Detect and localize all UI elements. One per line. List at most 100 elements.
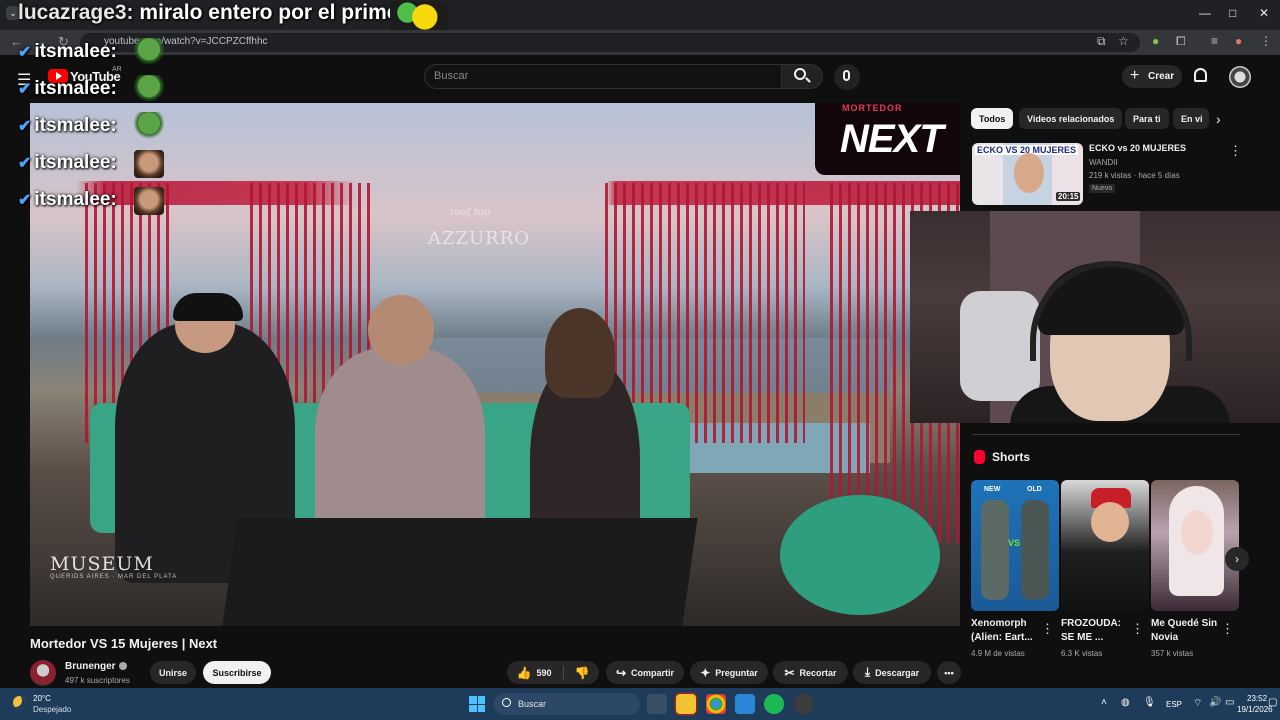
close-window-button[interactable]: ✕: [1259, 6, 1269, 20]
verified-badge-icon: ✔: [18, 44, 32, 61]
chip-label: Videos relacionados: [1027, 113, 1115, 124]
chat-username: itsmalee:: [34, 115, 117, 136]
like-dislike-group[interactable]: 👍 590 👎: [507, 661, 599, 684]
country-code: AR: [112, 66, 122, 73]
recommendation-channel[interactable]: WANDII: [1089, 158, 1118, 167]
spotify-icon[interactable]: [764, 694, 784, 714]
shorts-heading: Shorts: [992, 450, 1031, 464]
profile-avatar-icon[interactable]: ●: [1235, 34, 1242, 48]
clip-button[interactable]: ✂ Recortar: [773, 661, 848, 684]
next-brand-top: MORTEDOR: [842, 103, 903, 113]
join-label: Unirse: [158, 667, 187, 678]
short-title[interactable]: FROZOUDA: SE ME ...: [1061, 617, 1131, 645]
weather-description[interactable]: Despejado: [33, 705, 71, 714]
notifications-bell-icon[interactable]: [1194, 68, 1207, 82]
search-input[interactable]: [424, 64, 782, 89]
search-placeholder: Buscar: [434, 70, 469, 82]
channel-avatar[interactable]: [30, 660, 56, 686]
short-thumbnail[interactable]: NEW OLD VS: [971, 480, 1059, 611]
short-tag-old: OLD: [1027, 486, 1042, 493]
windows-start-icon[interactable]: [469, 696, 485, 712]
chat-username: itsmalee:: [34, 41, 117, 62]
verified-check-icon: [118, 662, 127, 670]
network-icon[interactable]: ◍: [1121, 697, 1130, 708]
thumbs-up-icon[interactable]: 👍: [517, 666, 532, 680]
extension-icon[interactable]: ●: [1152, 34, 1159, 48]
video-person-left-cap: [173, 293, 243, 321]
short-views: 6.3 K vistas: [1061, 649, 1103, 658]
more-actions-button[interactable]: •••: [937, 661, 961, 684]
maximize-button[interactable]: □: [1229, 6, 1236, 20]
like-count[interactable]: 590: [536, 668, 551, 678]
chat-line: ✔ itsmalee:: [18, 78, 117, 100]
video-scene-table: [222, 518, 698, 626]
subscribe-button[interactable]: Suscribirse: [203, 661, 271, 684]
url-text[interactable]: youtube.com/watch?v=JCCPZCffhhc: [104, 36, 268, 47]
wifi-icon[interactable]: ⌔: [1193, 697, 1202, 710]
verified-badge-icon: ✔: [18, 192, 32, 209]
share-button[interactable]: ↪ Compartir: [606, 661, 684, 684]
video-person-center-head: [368, 295, 434, 365]
moon-weather-icon[interactable]: [13, 696, 26, 709]
chip-label: En vi: [1181, 113, 1203, 124]
chat-username: itsmalee:: [34, 152, 117, 173]
clock-time[interactable]: 23:52: [1247, 694, 1267, 703]
minimize-button[interactable]: —: [1199, 6, 1211, 20]
video-player[interactable]: MORTEDOR NEXT roof top AZZURRO MUSEUM QU…: [30, 103, 960, 626]
account-avatar[interactable]: [1229, 66, 1251, 88]
face-emote-icon: [134, 150, 164, 178]
chip-scroll-right-icon[interactable]: ›: [1216, 111, 1221, 127]
chip-live[interactable]: En vi: [1173, 108, 1209, 129]
verified-badge-icon: ✔: [18, 81, 32, 98]
weather-temperature[interactable]: 20°C: [33, 694, 51, 703]
browser-menu-icon[interactable]: ⋮: [1260, 34, 1272, 48]
chrome-browser-icon[interactable]: [706, 694, 726, 714]
recommendation-title[interactable]: ECKO vs 20 MUJERES: [1089, 143, 1186, 153]
obs-studio-icon[interactable]: [794, 694, 814, 714]
battery-icon[interactable]: ▭: [1225, 697, 1234, 708]
chip-label: Para ti: [1133, 113, 1161, 124]
download-button[interactable]: ⤓ Descargar: [853, 661, 931, 684]
file-explorer-icon[interactable]: [676, 694, 696, 714]
short-thumbnail[interactable]: [1151, 480, 1239, 611]
chip-related[interactable]: Videos relacionados: [1019, 108, 1123, 129]
chip-label: Todos: [979, 113, 1006, 124]
install-app-icon[interactable]: ⧉: [1097, 34, 1106, 49]
channel-name-text[interactable]: Brunenger: [65, 661, 116, 672]
more-vertical-icon[interactable]: ⋮: [1041, 621, 1054, 637]
volume-icon[interactable]: 🔊: [1209, 697, 1221, 708]
show-hidden-icons-icon[interactable]: ˄: [1101, 697, 1107, 708]
sparkle-icon: ✦: [700, 665, 711, 680]
chip-all[interactable]: Todos: [971, 108, 1014, 129]
chat-line: ✔ itsmalee:: [18, 41, 117, 63]
more-vertical-icon[interactable]: ⋮: [1131, 621, 1144, 637]
short-title[interactable]: Xenomorph (Alien: Eart...: [971, 617, 1041, 645]
extensions-puzzle-icon[interactable]: ⧠: [1176, 34, 1186, 49]
chip-for-you[interactable]: Para ti: [1125, 108, 1169, 129]
thumbs-down-icon[interactable]: 👎: [575, 666, 590, 680]
join-button[interactable]: Unirse: [150, 661, 196, 684]
ask-label: Preguntar: [715, 667, 758, 678]
task-view-icon[interactable]: [647, 694, 667, 714]
more-vertical-icon[interactable]: ⋮: [1229, 143, 1242, 159]
ask-button[interactable]: ✦ Preguntar: [690, 661, 768, 684]
short-tag-vs: VS: [1008, 538, 1021, 548]
next-brand-main: NEXT: [840, 117, 944, 161]
language-indicator[interactable]: ESP: [1166, 700, 1182, 709]
search-icon: [502, 698, 511, 707]
taskbar-search-box[interactable]: [494, 693, 640, 715]
microphone-tray-icon[interactable]: 🎙: [1143, 697, 1156, 708]
notifications-icon[interactable]: ▢: [1268, 697, 1277, 708]
pinned-app-icon[interactable]: [735, 694, 755, 714]
media-controls-icon[interactable]: ≡: [1211, 34, 1218, 48]
channel-name[interactable]: Brunenger: [65, 661, 127, 672]
shorts-next-button[interactable]: ›: [1225, 547, 1249, 571]
scissors-icon: ✂: [784, 665, 795, 680]
pepe-emote-icon: [134, 75, 164, 103]
short-title[interactable]: Me Quedé Sin Novia: [1151, 617, 1221, 645]
bookmark-star-icon[interactable]: ☆: [1118, 34, 1129, 48]
verified-badge-icon: ✔: [18, 118, 32, 135]
more-vertical-icon[interactable]: ⋮: [1221, 621, 1234, 637]
short-thumbnail[interactable]: [1061, 480, 1149, 611]
download-label: Descargar: [875, 667, 920, 678]
